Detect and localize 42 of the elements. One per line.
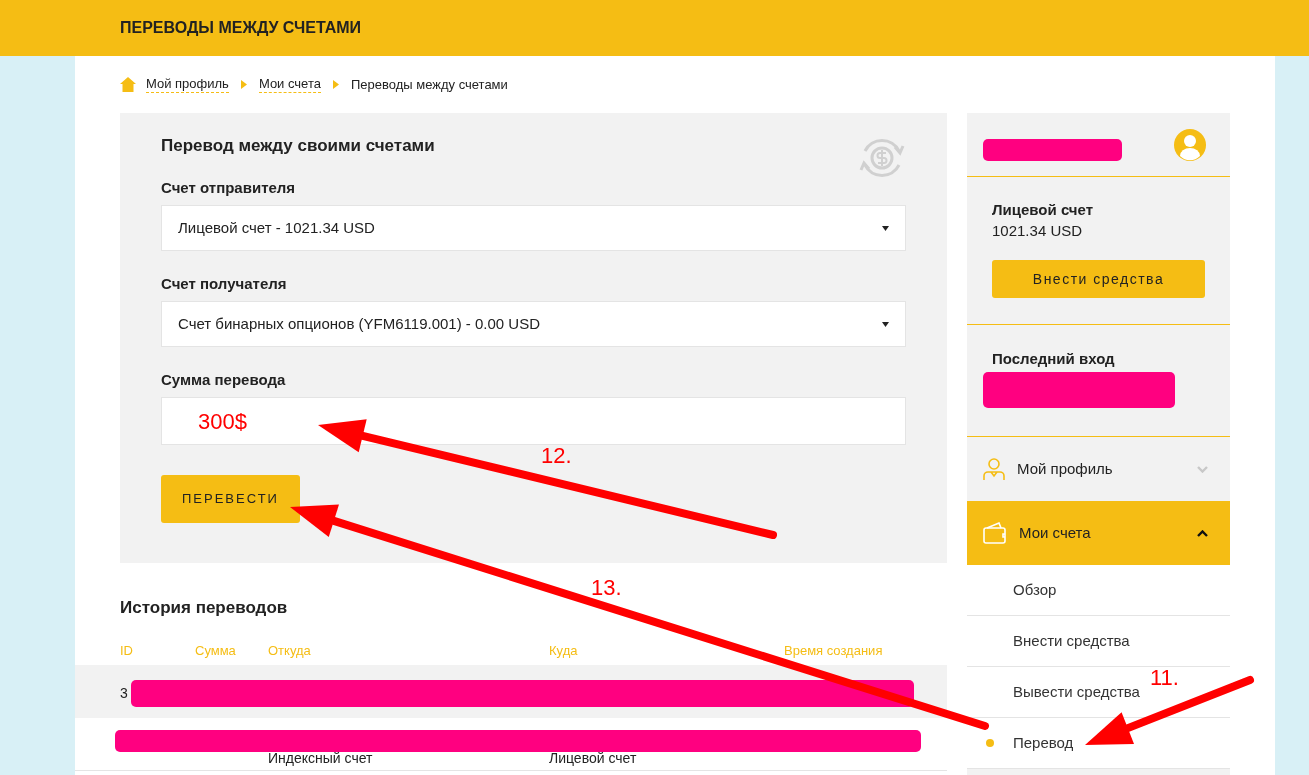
breadcrumb-link[interactable]: Мои счета bbox=[258, 76, 321, 93]
dropdown-caret-icon bbox=[882, 225, 889, 231]
caret-icon bbox=[332, 80, 339, 89]
column-header: Сумма bbox=[195, 642, 237, 660]
column-header: Откуда bbox=[268, 642, 312, 660]
transfer-button[interactable]: ПЕРЕВЕСТИ bbox=[161, 475, 300, 523]
page-title: ПЕРЕВОДЫ МЕЖДУ СЧЕТАМИ bbox=[120, 18, 362, 38]
column-header: Куда bbox=[549, 642, 579, 660]
wallet-icon bbox=[983, 522, 1007, 544]
breadcrumb-link[interactable]: Мой профиль bbox=[146, 76, 229, 93]
caret-icon bbox=[240, 80, 247, 89]
column-header: Время создания bbox=[784, 642, 884, 660]
field-label: Счет получателя bbox=[161, 274, 288, 291]
table-cell: Лицевой счет bbox=[549, 750, 637, 766]
annotation-label: 12. bbox=[541, 443, 572, 469]
last-login-title: Последний вход bbox=[992, 350, 1115, 367]
column-header: ID bbox=[120, 642, 134, 660]
amount-field[interactable]: 300$ bbox=[161, 397, 906, 445]
home-icon[interactable] bbox=[120, 77, 136, 92]
field-label: Счет отправителя bbox=[161, 178, 297, 195]
table-cell: Индексный счет bbox=[268, 750, 373, 766]
field-label: Сумма перевода bbox=[161, 370, 287, 387]
form-title: Перевод между своими счетами bbox=[161, 135, 436, 155]
annotation-label: 13. bbox=[591, 575, 622, 601]
submenu-item[interactable]: Обзор bbox=[1013, 578, 1057, 602]
account-balance: 1021.34 USD bbox=[992, 222, 1084, 240]
account-select[interactable]: Лицевой счет - 1021.34 USD bbox=[161, 205, 906, 251]
history-title: История переводов bbox=[120, 597, 289, 617]
submenu-item[interactable]: Перевод bbox=[1013, 731, 1074, 755]
annotation-label: 11. bbox=[1150, 665, 1179, 691]
table-cell: 3 bbox=[120, 685, 128, 701]
user-avatar-icon[interactable] bbox=[1174, 128, 1206, 161]
dropdown-caret-icon bbox=[882, 321, 889, 327]
chevron-down-icon bbox=[1197, 465, 1208, 473]
account-title: Лицевой счет bbox=[992, 201, 1095, 219]
person-icon bbox=[983, 457, 1005, 481]
breadcrumb-current: Переводы между счетами bbox=[350, 75, 508, 94]
chevron-up-icon bbox=[1197, 529, 1208, 537]
menu-item[interactable]: Мои счета bbox=[967, 501, 1230, 565]
account-select[interactable]: Счет бинарных опционов (YFM6119.001) - 0.00 USD bbox=[161, 301, 906, 347]
submenu-item[interactable]: Вывести средства bbox=[1013, 680, 1140, 704]
deposit-button[interactable]: Внести средства bbox=[992, 260, 1205, 298]
